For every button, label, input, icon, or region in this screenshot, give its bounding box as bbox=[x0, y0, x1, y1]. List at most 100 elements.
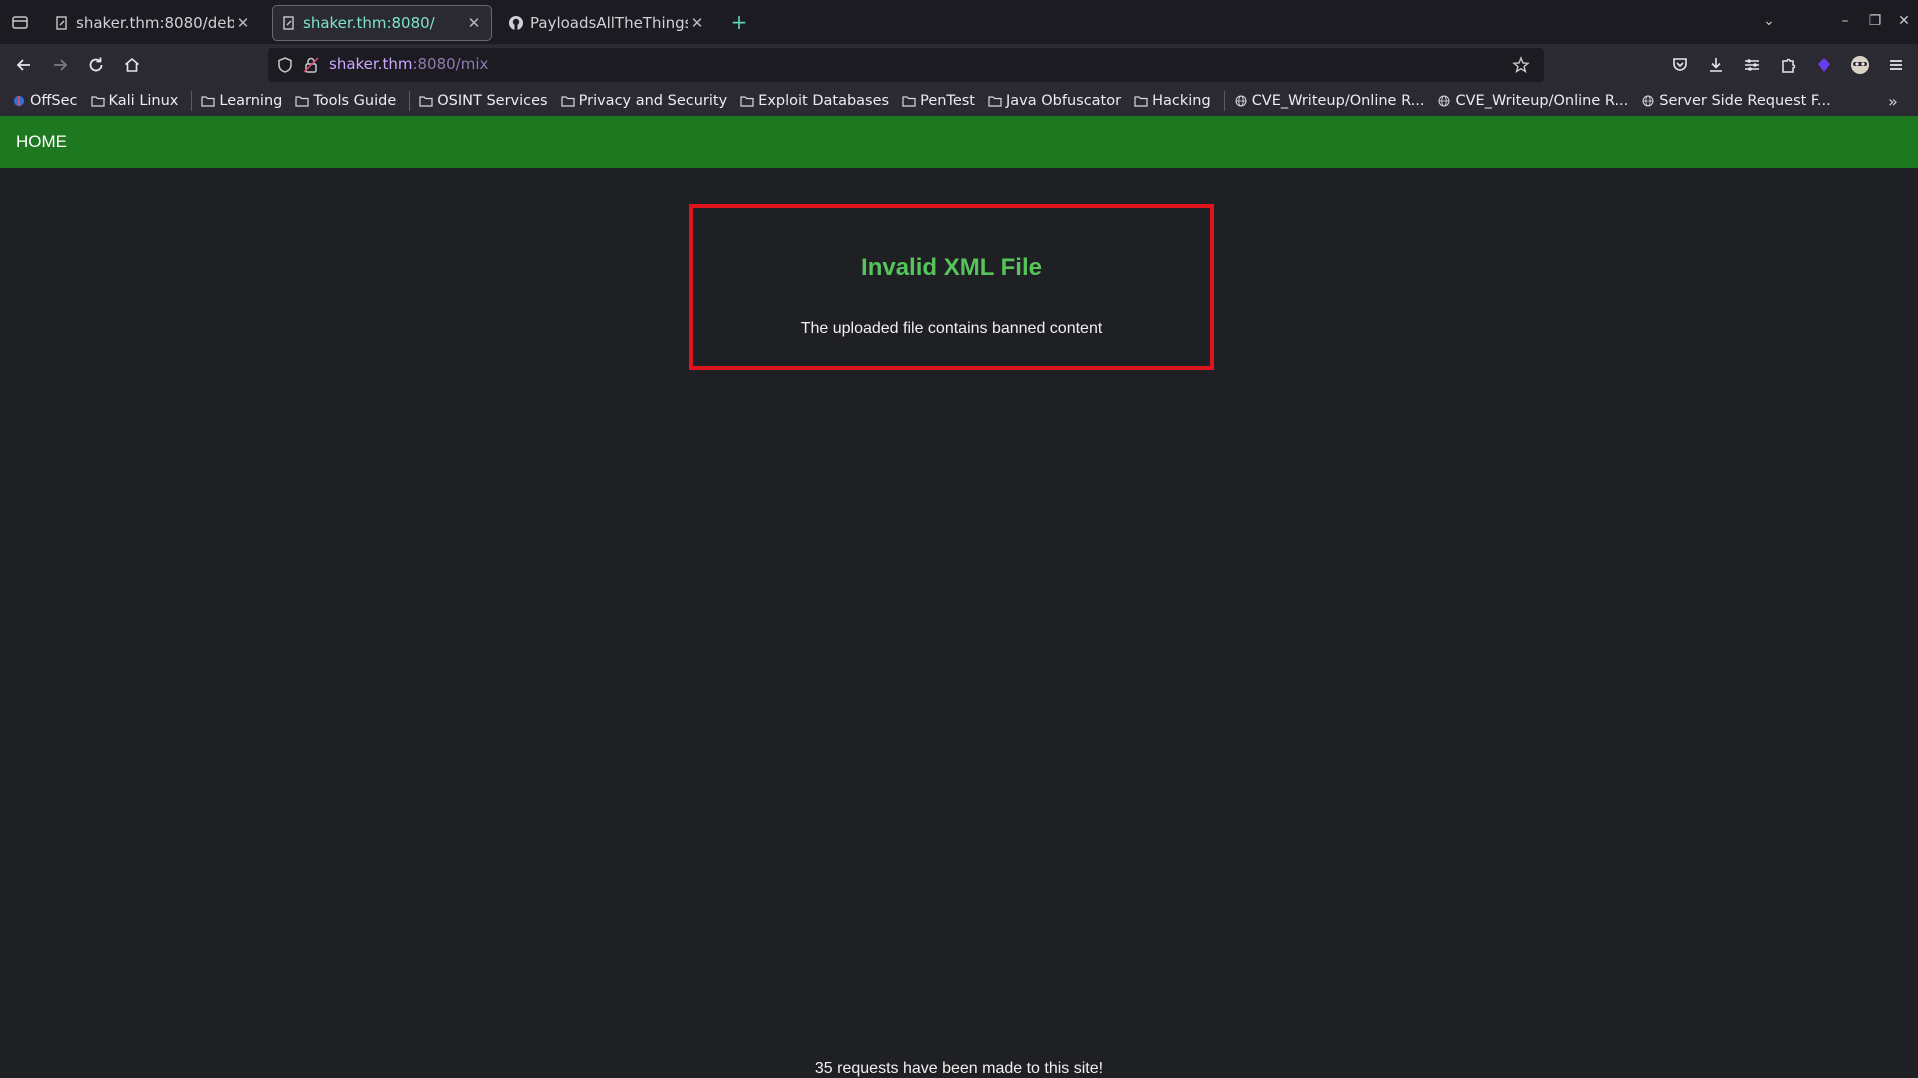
close-icon[interactable]: ✕ bbox=[234, 14, 252, 32]
bookmark-folder-osint-services[interactable]: OSINT Services bbox=[419, 93, 548, 109]
home-icon bbox=[124, 57, 140, 72]
bookmark-label: Exploit Databases bbox=[758, 93, 890, 109]
home-button[interactable] bbox=[120, 53, 144, 77]
bookmark-label: PenTest bbox=[920, 93, 975, 109]
bookmark-label: Hacking bbox=[1152, 93, 1211, 109]
alert-title: Invalid XML File bbox=[861, 254, 1042, 281]
bookmark-folder-pentest[interactable]: PenTest bbox=[902, 93, 975, 109]
tab-shaker-home[interactable]: shaker.thm:8080/ ✕ bbox=[272, 5, 492, 41]
new-tab-button[interactable]: + bbox=[728, 12, 750, 34]
page-content: HOME Invalid XML File The uploaded file … bbox=[0, 116, 1918, 1078]
tab-overflow-chevron-icon[interactable]: ⌄ bbox=[1760, 12, 1778, 30]
bookmark-folder-privacy-security[interactable]: Privacy and Security bbox=[561, 93, 728, 109]
github-icon bbox=[508, 15, 524, 31]
bookmark-folder-learning[interactable]: Learning bbox=[201, 93, 282, 109]
url-path: :8080/mix bbox=[412, 55, 489, 73]
site-navbar: HOME bbox=[0, 116, 1918, 168]
folder-icon bbox=[740, 96, 754, 107]
bookmark-folder-kali-linux[interactable]: Kali Linux bbox=[90, 93, 179, 109]
bookmark-star-icon[interactable] bbox=[1512, 56, 1530, 74]
sliders-button[interactable] bbox=[1740, 53, 1764, 77]
folder-icon bbox=[988, 96, 1002, 107]
folder-icon bbox=[201, 96, 215, 107]
bookmark-label: Java Obfuscator bbox=[1006, 93, 1122, 109]
request-counter-footer: 35 requests have been made to this site! bbox=[814, 1060, 1104, 1077]
insecure-lock-icon[interactable] bbox=[302, 56, 320, 74]
download-icon bbox=[1710, 58, 1722, 72]
puzzle-icon bbox=[1782, 58, 1796, 73]
arrow-right-icon bbox=[54, 59, 68, 71]
folder-icon bbox=[561, 96, 575, 107]
bookmark-label: Kali Linux bbox=[108, 93, 179, 109]
forward-button[interactable] bbox=[48, 53, 72, 77]
bookmark-cve-writeup-1[interactable]: CVE_Writeup/Online R... bbox=[1234, 93, 1425, 109]
alert-message: The uploaded file contains banned conten… bbox=[800, 320, 1103, 337]
tab-title: PayloadsAllTheThings/XX bbox=[530, 14, 688, 32]
offsec-icon bbox=[13, 95, 25, 107]
avatar-icon bbox=[1851, 56, 1869, 74]
bookmarks-overflow-chevron-icon[interactable]: » bbox=[1888, 92, 1906, 111]
extensions-button[interactable] bbox=[1776, 53, 1800, 77]
folder-icon bbox=[295, 96, 309, 107]
bookmark-ssrf[interactable]: Server Side Request F... bbox=[1641, 93, 1831, 109]
reload-button[interactable] bbox=[84, 53, 108, 77]
app-menu-button[interactable] bbox=[1884, 53, 1908, 77]
tab-title: shaker.thm:8080/ bbox=[303, 14, 435, 32]
folder-icon bbox=[1134, 96, 1148, 107]
close-window-icon[interactable]: ✕ bbox=[1895, 12, 1913, 30]
bookmark-offsec[interactable]: OffSec bbox=[12, 93, 78, 109]
close-icon[interactable]: ✕ bbox=[465, 14, 483, 32]
error-alert-box: Invalid XML File The uploaded file conta… bbox=[689, 204, 1214, 370]
pocket-button[interactable] bbox=[1668, 53, 1692, 77]
extension-purple-button[interactable] bbox=[1812, 53, 1836, 77]
pocket-icon bbox=[1673, 58, 1687, 71]
minimize-icon[interactable]: – bbox=[1836, 12, 1854, 30]
bookmark-folder-hacking[interactable]: Hacking bbox=[1134, 93, 1211, 109]
bookmark-separator bbox=[409, 91, 411, 111]
arrow-left-icon bbox=[16, 59, 30, 71]
tab-debug[interactable]: shaker.thm:8080/debug/i ✕ bbox=[46, 5, 260, 41]
downloads-button[interactable] bbox=[1704, 53, 1728, 77]
bookmark-cve-writeup-2[interactable]: CVE_Writeup/Online R... bbox=[1437, 93, 1628, 109]
bookmark-label: Server Side Request F... bbox=[1659, 93, 1831, 109]
close-icon[interactable]: ✕ bbox=[688, 14, 706, 32]
tab-list-button[interactable] bbox=[8, 10, 32, 34]
account-button[interactable] bbox=[1848, 53, 1872, 77]
purple-diamond-icon bbox=[1818, 58, 1830, 72]
nav-home-link[interactable]: HOME bbox=[16, 132, 67, 152]
globe-icon bbox=[1438, 95, 1450, 107]
bookmark-label: CVE_Writeup/Online R... bbox=[1455, 93, 1629, 109]
bookmark-separator bbox=[1223, 91, 1225, 111]
reload-icon bbox=[89, 57, 103, 72]
shield-icon[interactable] bbox=[276, 56, 294, 74]
bookmark-label: OffSec bbox=[30, 93, 78, 109]
page-file-icon bbox=[281, 15, 297, 31]
bookmark-separator bbox=[191, 91, 193, 111]
list-all-tabs-icon bbox=[12, 16, 28, 29]
bookmark-label: CVE_Writeup/Online R... bbox=[1251, 93, 1425, 109]
bookmark-folder-tools-guide[interactable]: Tools Guide bbox=[295, 93, 396, 109]
url-bar[interactable]: shaker.thm:8080/mix bbox=[268, 48, 1544, 82]
url-text[interactable]: shaker.thm:8080/mix bbox=[329, 55, 488, 73]
folder-icon bbox=[419, 96, 433, 107]
bookmark-folder-java-obfuscator[interactable]: Java Obfuscator bbox=[988, 93, 1121, 109]
hamburger-menu-icon bbox=[1890, 60, 1902, 70]
bookmark-label: Tools Guide bbox=[313, 93, 397, 109]
back-button[interactable] bbox=[12, 53, 36, 77]
restore-icon[interactable]: ❐ bbox=[1866, 12, 1884, 30]
globe-icon bbox=[1642, 95, 1654, 107]
sliders-icon bbox=[1745, 59, 1759, 71]
bookmark-folder-exploit-databases[interactable]: Exploit Databases bbox=[740, 93, 889, 109]
page-file-icon bbox=[54, 15, 70, 31]
browser-toolbar: shaker.thm:8080/mix bbox=[0, 44, 1918, 86]
bookmark-label: OSINT Services bbox=[437, 93, 548, 109]
folder-icon bbox=[902, 96, 916, 107]
bookmark-label: Privacy and Security bbox=[578, 93, 728, 109]
tab-payloads[interactable]: PayloadsAllTheThings/XX ✕ bbox=[500, 5, 714, 41]
url-host: shaker.thm bbox=[329, 55, 413, 73]
bookmark-label: Learning bbox=[219, 93, 283, 109]
globe-icon bbox=[1235, 95, 1247, 107]
bookmarks-toolbar: OffSec Kali Linux Learning Tools Guide O… bbox=[0, 86, 1918, 116]
tab-title: shaker.thm:8080/debug/i bbox=[76, 14, 234, 32]
browser-tab-strip: shaker.thm:8080/debug/i ✕ shaker.thm:808… bbox=[0, 0, 1918, 44]
